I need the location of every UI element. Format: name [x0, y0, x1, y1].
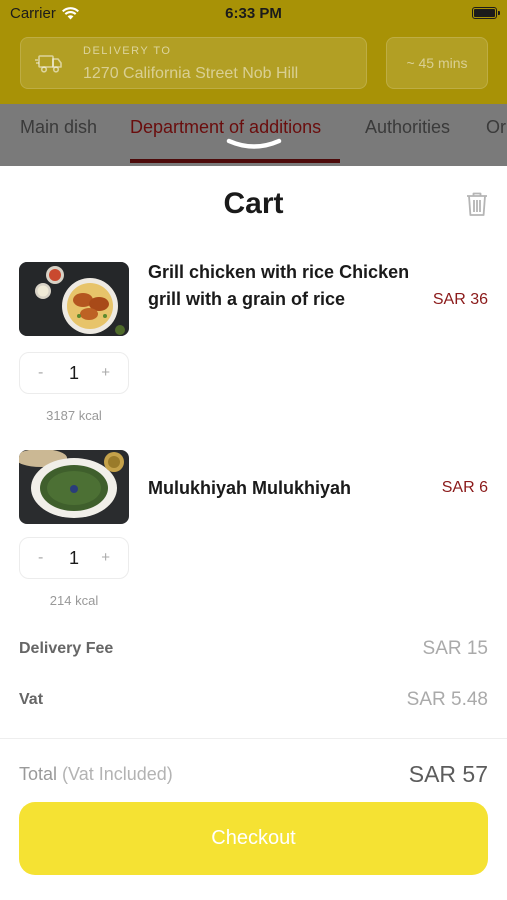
mulukhiyah-image: [19, 450, 129, 524]
item-kcal: 3187 kcal: [46, 408, 102, 423]
trash-icon[interactable]: [464, 191, 490, 217]
total-label: Total (Vat Included): [19, 764, 173, 785]
category-tabs: Main dish Department of additions Author…: [0, 104, 507, 166]
increase-button[interactable]: +: [101, 549, 110, 566]
quantity-stepper: - 1 +: [19, 537, 129, 579]
grill-chicken-image: [19, 262, 129, 336]
tab-authorities[interactable]: Authorities: [365, 117, 450, 138]
status-bar: Carrier 6:33 PM: [0, 0, 507, 28]
quantity-stepper: - 1 +: [19, 352, 129, 394]
eta-badge: ~ 45 mins: [386, 37, 488, 89]
delivery-fee-value: SAR 15: [422, 638, 488, 659]
battery-icon: [472, 7, 500, 19]
item-price: SAR 36: [432, 291, 488, 308]
truck-icon: [35, 55, 62, 73]
app-header: Carrier 6:33 PM DELIVERY TO 1270 Califor…: [0, 0, 507, 104]
checkout-button[interactable]: Checkout: [19, 802, 488, 875]
total-text: Total: [19, 764, 58, 784]
delivery-address-selector[interactable]: DELIVERY TO 1270 California Street Nob H…: [20, 37, 367, 89]
item-name: Grill chicken with rice Chicken grill wi…: [148, 262, 410, 309]
cart-title: Cart: [223, 187, 284, 220]
delivery-fee-label: Delivery Fee: [19, 640, 114, 657]
active-tab-indicator: [130, 159, 340, 163]
tab-main-dish[interactable]: Main dish: [20, 117, 97, 138]
chevron-down-icon[interactable]: [226, 138, 282, 152]
item-name: Mulukhiyah Mulukhiyah: [148, 478, 352, 498]
item-kcal: 214 kcal: [49, 593, 99, 608]
quantity-value: 1: [68, 363, 79, 383]
vat-included-note: (Vat Included): [62, 764, 173, 784]
vat-value: SAR 5.48: [406, 689, 488, 710]
vat-label: Vat: [19, 691, 44, 708]
delivery-label: DELIVERY TO: [83, 45, 172, 57]
tab-or[interactable]: Or: [486, 117, 506, 138]
delivery-address: 1270 California Street Nob Hill: [83, 65, 299, 82]
clock: 6:33 PM: [225, 5, 282, 22]
total-value: SAR 57: [408, 761, 488, 787]
tab-department-of-additions[interactable]: Department of additions: [130, 117, 321, 138]
divider: [0, 738, 507, 739]
increase-button[interactable]: +: [101, 364, 110, 381]
item-price: SAR 6: [441, 479, 488, 496]
quantity-value: 1: [68, 548, 79, 568]
